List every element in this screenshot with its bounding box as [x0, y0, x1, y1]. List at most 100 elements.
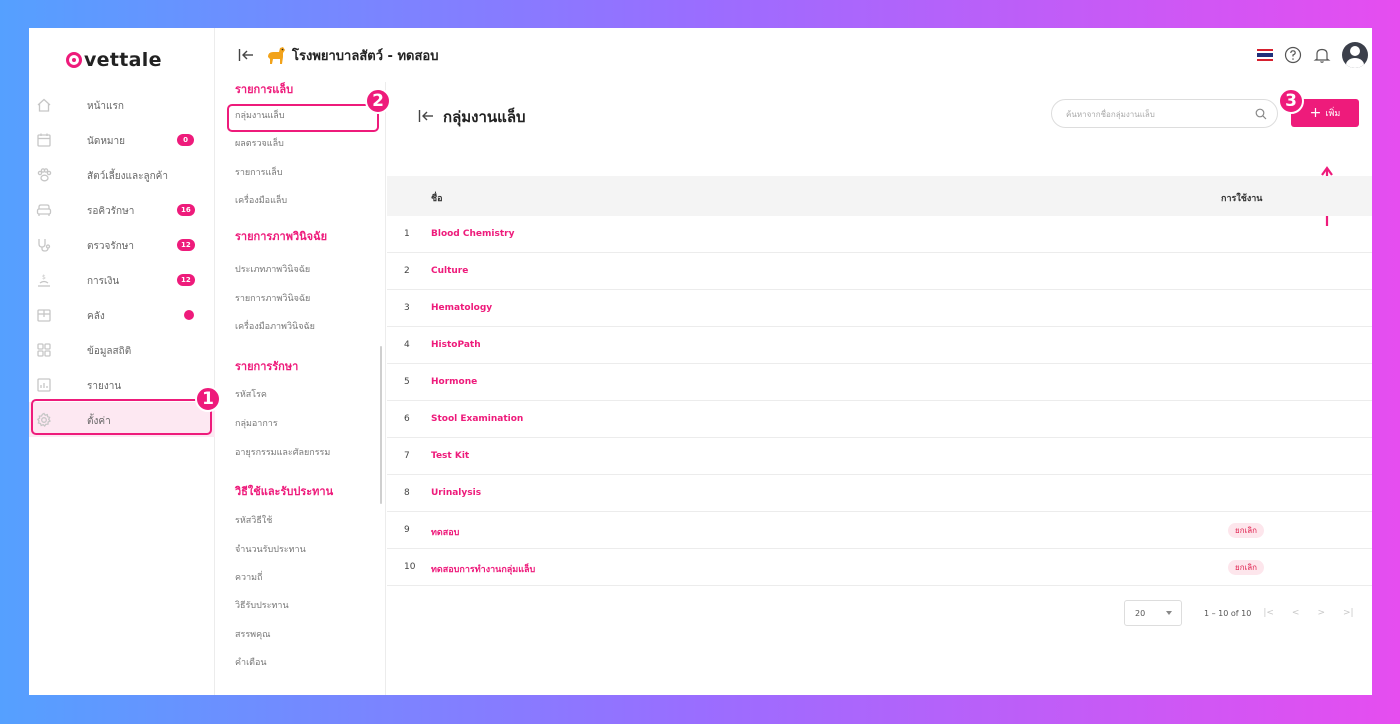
- status-badge: ยกเลิก: [1228, 560, 1265, 575]
- bell-icon[interactable]: [1313, 46, 1331, 64]
- row-name-link[interactable]: HistoPath: [431, 340, 481, 350]
- page-size-select[interactable]: 20: [1124, 600, 1182, 626]
- next-page-icon[interactable]: >: [1317, 608, 1325, 618]
- count-badge: 12: [177, 274, 195, 286]
- page-title: กลุ่มงานแล็บ: [443, 108, 526, 126]
- table-row[interactable]: 3 Hematology: [387, 290, 1372, 327]
- submenu-scrollbar[interactable]: [380, 346, 382, 504]
- main-content: กลุ่มงานแล็บ + เพิ่ม 3 ชื่อ การใช้งาน 1 B…: [387, 82, 1372, 695]
- row-name-link[interactable]: Urinalysis: [431, 488, 481, 498]
- plus-icon: +: [1309, 105, 1322, 121]
- thai-flag-icon[interactable]: [1257, 49, 1273, 61]
- sidebar-item[interactable]: ข้อมูลสถิติ: [29, 332, 215, 367]
- submenu-item[interactable]: รายการภาพวินิจฉัย: [235, 291, 310, 305]
- row-name-link[interactable]: Stool Examination: [431, 414, 523, 424]
- row-name-link[interactable]: Culture: [431, 266, 468, 276]
- svg-text:$: $: [42, 274, 46, 281]
- step-1-highlight: [31, 399, 212, 435]
- submenu-item[interactable]: เครื่องมือแล็บ: [235, 193, 287, 207]
- submenu-item[interactable]: สรรพคุณ: [235, 627, 270, 641]
- logo-text: vettale: [84, 49, 162, 71]
- row-name-link[interactable]: Blood Chemistry: [431, 229, 514, 239]
- submenu-item[interactable]: รหัสวิธีใช้: [235, 513, 272, 527]
- row-index: 8: [404, 488, 410, 498]
- sidebar: vettale หน้าแรกนัดหมาย 0 สัตว์เลี้ยงและลูก…: [29, 28, 221, 695]
- submenu-item[interactable]: จำนวนรับประทาน: [235, 542, 306, 556]
- first-page-icon[interactable]: |<: [1263, 608, 1274, 618]
- sidebar-item-label: รอคิวรักษา: [87, 206, 135, 217]
- hospital-title[interactable]: โรงพยาบาลสัตว์ - ทดสอบ: [292, 45, 438, 66]
- count-badge: 12: [177, 239, 195, 251]
- table-row[interactable]: 10 ทดสอบการทำงานกลุ่มแล็บ ยกเลิก: [387, 549, 1372, 586]
- submenu-item[interactable]: เครื่องมือภาพวินิจฉัย: [235, 319, 315, 333]
- sidebar-item[interactable]: ตรวจรักษา 12: [29, 227, 215, 262]
- submenu-item[interactable]: รายการแล็บ: [235, 165, 283, 179]
- chevron-down-icon: [1166, 611, 1172, 615]
- search-icon[interactable]: [1255, 108, 1267, 120]
- sidebar-item[interactable]: สัตว์เลี้ยงและลูกค้า: [29, 157, 215, 192]
- submenu-item[interactable]: ความถี่: [235, 570, 263, 584]
- page-range: 1 – 10 of 10: [1204, 608, 1252, 618]
- sidebar-item[interactable]: นัดหมาย 0: [29, 122, 215, 157]
- prev-page-icon[interactable]: <: [1292, 608, 1300, 618]
- sofa-icon: [35, 201, 53, 219]
- table-row[interactable]: 6 Stool Examination: [387, 401, 1372, 438]
- sidebar-item-label: รายงาน: [87, 381, 122, 392]
- table-row[interactable]: 8 Urinalysis: [387, 475, 1372, 512]
- back-icon[interactable]: [418, 109, 434, 123]
- submenu-item[interactable]: อายุรกรรมและศัลยกรรม: [235, 445, 330, 459]
- row-index: 3: [404, 303, 410, 313]
- row-name-link[interactable]: Hematology: [431, 303, 492, 313]
- submenu-item[interactable]: คำเตือน: [235, 655, 267, 669]
- submenu-item[interactable]: กลุ่มอาการ: [235, 416, 278, 430]
- count-badge: 16: [177, 204, 195, 216]
- add-button-label: เพิ่ม: [1325, 109, 1341, 119]
- sidebar-item[interactable]: $ การเงิน 12: [29, 262, 215, 297]
- table-row[interactable]: 7 Test Kit: [387, 438, 1372, 475]
- column-name[interactable]: ชื่อ: [431, 191, 443, 205]
- sidebar-item[interactable]: รายงาน: [29, 367, 215, 402]
- table-row[interactable]: 4 HistoPath: [387, 327, 1372, 364]
- submenu-item[interactable]: รหัสโรค: [235, 387, 267, 401]
- sidebar-item[interactable]: หน้าแรก: [29, 87, 215, 122]
- sidebar-item-label: สัตว์เลี้ยงและลูกค้า: [87, 171, 168, 182]
- grid-icon: [35, 341, 53, 359]
- row-name-link[interactable]: ทดสอบ: [431, 525, 459, 539]
- row-index: 5: [404, 377, 410, 387]
- column-status[interactable]: การใช้งาน: [1221, 191, 1262, 205]
- row-index: 10: [404, 562, 416, 572]
- search-box: [1051, 99, 1278, 128]
- table-row[interactable]: 2 Culture: [387, 253, 1372, 290]
- row-index: 9: [404, 525, 410, 535]
- help-icon[interactable]: [1284, 46, 1302, 64]
- table-row[interactable]: 5 Hormone: [387, 364, 1372, 401]
- sidebar-item[interactable]: รอคิวรักษา 16: [29, 192, 215, 227]
- count-badge: 0: [177, 134, 194, 146]
- submenu-item[interactable]: ประเภทภาพวินิจฉัย: [235, 262, 310, 276]
- sidebar-nav: หน้าแรกนัดหมาย 0 สัตว์เลี้ยงและลูกค้ารอคิว…: [29, 87, 215, 437]
- submenu-section-title: รายการภาพวินิจฉัย: [235, 230, 328, 243]
- collapse-sidebar-icon[interactable]: [238, 48, 254, 62]
- row-name-link[interactable]: ทดสอบการทำงานกลุ่มแล็บ: [431, 562, 535, 576]
- sidebar-item-label: นัดหมาย: [87, 136, 125, 147]
- sidebar-item[interactable]: คลัง: [29, 297, 215, 332]
- pagination: 20 1 – 10 of 10 |< < > >|: [1124, 600, 1354, 626]
- submenu-item[interactable]: วิธีรับประทาน: [235, 598, 289, 612]
- sidebar-item-label: คลัง: [87, 311, 105, 322]
- search-input[interactable]: [1066, 107, 1236, 121]
- top-icons: [1257, 42, 1368, 68]
- submenu-item[interactable]: ผลตรวจแล็บ: [235, 136, 284, 150]
- home-icon: [35, 96, 53, 114]
- settings-submenu: รายการแล็บ กลุ่มงานแล็บ ผลตรวจแล็บ รายการแล…: [216, 82, 386, 695]
- table-row[interactable]: 9 ทดสอบ ยกเลิก: [387, 512, 1372, 549]
- table-row[interactable]: 1 Blood Chemistry: [387, 216, 1372, 253]
- money-icon: $: [35, 271, 53, 289]
- avatar[interactable]: [1342, 42, 1368, 68]
- row-name-link[interactable]: Test Kit: [431, 451, 469, 461]
- last-page-icon[interactable]: >|: [1343, 608, 1354, 618]
- row-index: 7: [404, 451, 410, 461]
- row-name-link[interactable]: Hormone: [431, 377, 477, 387]
- logo[interactable]: vettale: [66, 48, 162, 72]
- table-body: 1 Blood Chemistry 2 Culture 3 Hematology 4 Hist…: [387, 216, 1372, 586]
- row-index: 4: [404, 340, 410, 350]
